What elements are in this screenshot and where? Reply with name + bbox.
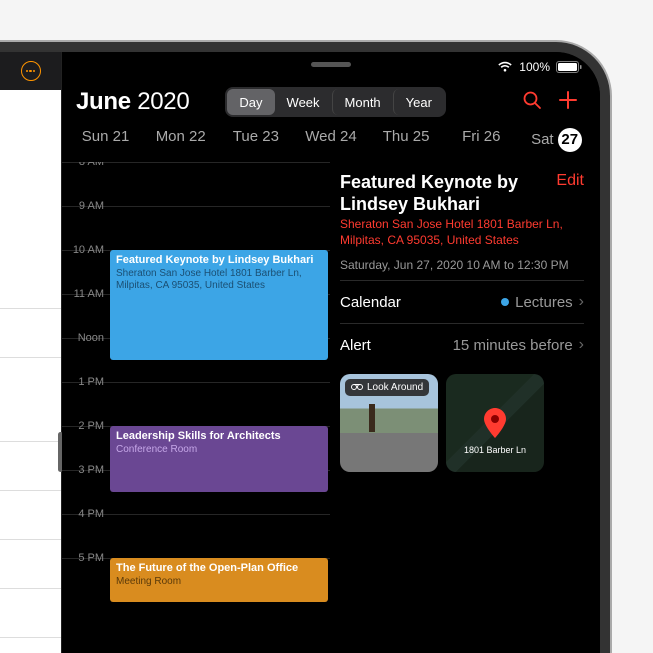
event-title: Leadership Skills for Architects: [116, 430, 322, 443]
split-view-left-app: [0, 52, 62, 653]
day-sun[interactable]: Sun 21: [70, 128, 141, 152]
event-detail-panel: Edit Featured Keynote by Lindsey Bukhari…: [330, 162, 600, 653]
map-tile[interactable]: 1801 Barber Ln: [446, 374, 544, 472]
row-value: 15 minutes before: [453, 337, 573, 354]
calendar-content: 8 AM 9 AM 10 AM 11 AM Noon 1 PM 2 PM 3 P…: [62, 162, 600, 653]
hour-1pm: 1 PM: [64, 376, 104, 388]
notes-toolbar: [0, 52, 61, 90]
ipad-frame: 100% June 2020 Day Week Month Year: [0, 52, 600, 653]
detail-location: Sheraton San Jose Hotel 1801 Barber Ln, …: [340, 217, 584, 248]
event-openplan[interactable]: The Future of the Open-Plan Office Meeti…: [110, 558, 328, 602]
event-location: Meeting Room: [116, 576, 322, 588]
year-label: 2020: [137, 88, 189, 115]
day-thu[interactable]: Thu 25: [371, 128, 442, 152]
detail-alert-row[interactable]: Alert 15 minutes before ›: [340, 323, 584, 366]
edit-button[interactable]: Edit: [556, 172, 584, 190]
view-selector[interactable]: Day Week Month Year: [225, 87, 446, 117]
event-title: Featured Keynote by Lindsey Bukhari: [116, 254, 322, 267]
event-title: The Future of the Open-Plan Office: [116, 562, 322, 575]
chevron-right-icon: ›: [579, 293, 584, 311]
hour-5pm: 5 PM: [64, 552, 104, 564]
page-title: June 2020: [76, 88, 189, 116]
hour-10am: 10 AM: [64, 244, 104, 256]
map-pin-icon: [484, 408, 506, 438]
hour-3pm: 3 PM: [64, 464, 104, 476]
event-location: Conference Room: [116, 444, 322, 456]
hour-9am: 9 AM: [64, 200, 104, 212]
row-label: Alert: [340, 337, 371, 354]
detail-datetime: Saturday, Jun 27, 2020 10 AM to 12:30 PM: [340, 258, 584, 272]
month-label: June: [76, 88, 131, 115]
look-around-tile[interactable]: Look Around: [340, 374, 438, 472]
view-year[interactable]: Year: [393, 89, 444, 115]
wifi-icon: [497, 61, 513, 73]
calendar-nav: June 2020 Day Week Month Year: [62, 78, 600, 126]
day-mon[interactable]: Mon 22: [145, 128, 216, 152]
hour-4pm: 4 PM: [64, 508, 104, 520]
search-icon[interactable]: [514, 90, 550, 115]
binoculars-icon: [351, 382, 363, 393]
row-label: Calendar: [340, 294, 401, 311]
look-around-badge: Look Around: [345, 379, 429, 396]
add-event-icon[interactable]: [550, 90, 586, 115]
event-leadership[interactable]: Leadership Skills for Architects Confere…: [110, 426, 328, 492]
view-week[interactable]: Week: [275, 89, 332, 115]
row-value: Lectures: [515, 294, 573, 311]
calendar-app: 100% June 2020 Day Week Month Year: [62, 52, 600, 653]
hour-11am: 11 AM: [64, 288, 104, 300]
day-fri[interactable]: Fri 26: [446, 128, 517, 152]
more-icon[interactable]: [21, 61, 41, 81]
event-location: Sheraton San Jose Hotel 1801 Barber Ln, …: [116, 268, 322, 292]
chevron-right-icon: ›: [579, 336, 584, 354]
week-day-selector: Sun 21 Mon 22 Tue 23 Wed 24 Thu 25 Fri 2…: [62, 126, 600, 162]
hour-noon: Noon: [64, 332, 104, 344]
detail-calendar-row[interactable]: Calendar Lectures ›: [340, 280, 584, 323]
hour-2pm: 2 PM: [64, 420, 104, 432]
multitask-indicator[interactable]: [311, 62, 351, 67]
event-keynote[interactable]: Featured Keynote by Lindsey Bukhari Sher…: [110, 250, 328, 360]
day-sat[interactable]: Sat 27: [521, 128, 592, 152]
view-day[interactable]: Day: [227, 89, 274, 115]
day-wed[interactable]: Wed 24: [295, 128, 366, 152]
day-timeline[interactable]: 8 AM 9 AM 10 AM 11 AM Noon 1 PM 2 PM 3 P…: [62, 162, 330, 653]
map-pin-label: 1801 Barber Ln: [446, 446, 544, 456]
hour-8am: 8 AM: [64, 162, 104, 168]
calendar-color-dot: [501, 298, 509, 306]
map-previews: Look Around 1801 Barber Ln: [340, 374, 584, 472]
day-tue[interactable]: Tue 23: [220, 128, 291, 152]
view-month[interactable]: Month: [332, 89, 393, 115]
battery-percent: 100%: [519, 60, 550, 74]
battery-icon: [556, 61, 582, 73]
detail-title: Featured Keynote by Lindsey Bukhari: [340, 172, 584, 215]
notes-content: [0, 90, 61, 653]
